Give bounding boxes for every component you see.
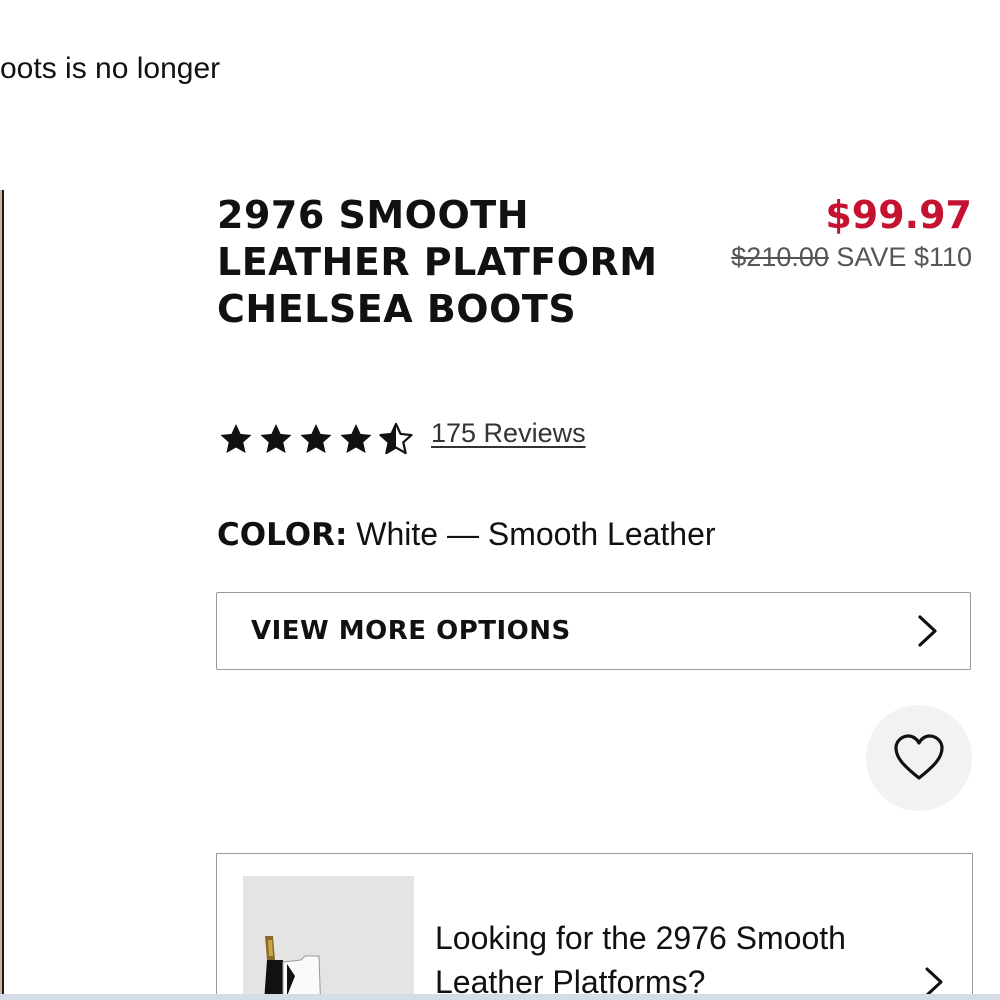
star-icon: [300, 423, 332, 454]
price-details: $210.00 SAVE $110: [731, 242, 972, 273]
product-image-edge: [0, 190, 2, 1000]
color-label: COLOR:: [217, 517, 348, 553]
half-star-icon: [379, 422, 413, 455]
sale-price: $99.97: [825, 193, 972, 237]
boot-image: [243, 876, 414, 1000]
star-icon: [220, 423, 252, 454]
view-more-options-button[interactable]: VIEW MORE OPTIONS: [216, 592, 971, 670]
chevron-right-icon: [918, 615, 937, 647]
color-value: White — Smooth Leather: [356, 516, 716, 552]
product-title: 2976 SMOOTH LEATHER PLATFORM CHELSEA BOO…: [217, 193, 658, 331]
related-product-thumbnail: [243, 876, 414, 1000]
related-product-card[interactable]: Looking for the 2976 Smooth Leather Plat…: [216, 853, 973, 1000]
wishlist-button[interactable]: [866, 705, 972, 811]
original-price: $210.00: [731, 242, 829, 272]
star-icon: [260, 423, 292, 454]
reviews-link[interactable]: 175 Reviews: [431, 418, 586, 449]
product-page: oots is no longer 2976 SMOOTH LEATHER PL…: [0, 0, 1000, 1000]
star-rating: [217, 420, 415, 458]
rating-row: 175 Reviews: [217, 418, 586, 458]
savings-text: SAVE $110: [836, 242, 972, 272]
color-selection: COLOR: White — Smooth Leather: [217, 516, 716, 553]
related-product-text: Looking for the 2976 Smooth Leather Plat…: [435, 920, 846, 1000]
bottom-edge: [0, 994, 1000, 1000]
view-more-options-label: VIEW MORE OPTIONS: [251, 616, 571, 646]
price-block: $99.97 $210.00 SAVE $110: [731, 192, 972, 273]
availability-notice: oots is no longer: [0, 52, 221, 85]
star-icon: [340, 423, 372, 454]
heart-icon: [894, 734, 944, 780]
